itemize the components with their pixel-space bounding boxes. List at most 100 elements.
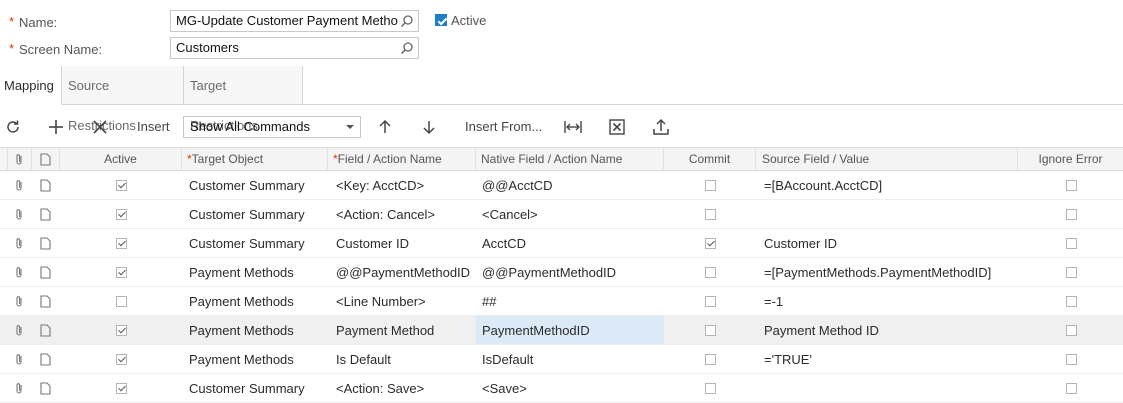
table-row[interactable]: Customer Summary Customer ID AcctCD Custome… — [0, 229, 1123, 258]
target-object-cell[interactable]: Customer Summary — [189, 171, 305, 199]
table-row[interactable]: Payment Methods Payment Method PaymentMeth… — [0, 316, 1123, 345]
native-field-column-header[interactable]: Native Field / Action Name — [476, 148, 664, 170]
table-row[interactable]: Payment Methods Is Default IsDefault ='TRUE… — [0, 345, 1123, 374]
source-field-cell[interactable]: =-1 — [764, 287, 783, 315]
paperclip-icon[interactable] — [14, 237, 24, 250]
paperclip-icon[interactable] — [14, 324, 24, 337]
add-icon[interactable] — [46, 117, 66, 137]
source-field-cell[interactable]: =[BAccount.AcctCD] — [764, 171, 882, 199]
native-field-cell[interactable]: @@AcctCD — [476, 171, 664, 199]
paperclip-icon[interactable] — [14, 208, 24, 221]
target-object-cell[interactable]: Customer Summary — [189, 229, 305, 257]
field-action-cell[interactable]: Payment Method — [336, 316, 434, 344]
native-field-cell[interactable]: AcctCD — [476, 229, 664, 257]
active-checkbox[interactable] — [435, 14, 447, 26]
note-icon[interactable] — [40, 353, 51, 366]
target-object-cell[interactable]: Customer Summary — [189, 200, 305, 228]
tab-target-restrictions[interactable]: Target Restrictions — [184, 66, 303, 133]
native-field-cell[interactable]: PaymentMethodID — [476, 316, 664, 344]
ignore-error-checkbox[interactable] — [1066, 238, 1077, 249]
target-object-cell[interactable]: Payment Methods — [189, 287, 294, 315]
note-icon[interactable] — [40, 179, 51, 192]
native-field-cell[interactable]: <Cancel> — [476, 200, 664, 228]
active-checkbox[interactable] — [116, 267, 127, 278]
table-row[interactable]: Payment Methods <Line Number> ## =-1 — [0, 287, 1123, 316]
arrow-up-icon[interactable] — [375, 117, 395, 137]
target-object-cell[interactable]: Payment Methods — [189, 258, 294, 286]
screen-name-field[interactable]: Customers — [170, 37, 419, 59]
refresh-icon[interactable] — [3, 117, 23, 137]
search-icon[interactable] — [400, 41, 414, 55]
ignore-error-checkbox[interactable] — [1066, 209, 1077, 220]
commit-column-header[interactable]: Commit — [664, 148, 756, 170]
source-field-cell[interactable]: Payment Method ID — [764, 316, 879, 344]
commit-checkbox[interactable] — [705, 354, 716, 365]
target-object-column-header[interactable]: *Target Object — [182, 148, 328, 170]
field-action-cell[interactable]: Is Default — [336, 345, 391, 373]
fit-columns-icon[interactable] — [563, 117, 583, 137]
table-row[interactable]: Customer Summary <Action: Save> <Save> — [0, 374, 1123, 403]
commit-checkbox[interactable] — [705, 238, 716, 249]
note-icon[interactable] — [40, 324, 51, 337]
active-checkbox[interactable] — [116, 354, 127, 365]
insert-button[interactable]: Insert — [137, 116, 170, 138]
command-filter-select[interactable]: Show All Commands — [183, 116, 361, 138]
target-object-cell[interactable]: Payment Methods — [189, 345, 294, 373]
tab-source-restrictions[interactable]: Source Restrictions — [62, 66, 184, 133]
note-icon[interactable] — [40, 208, 51, 221]
insert-from-button[interactable]: Insert From... — [465, 116, 542, 138]
commit-checkbox[interactable] — [705, 267, 716, 278]
paperclip-icon[interactable] — [14, 295, 24, 308]
export-excel-icon[interactable] — [607, 117, 627, 137]
active-column-header[interactable]: Active — [60, 148, 182, 170]
paperclip-icon[interactable] — [14, 382, 24, 395]
ignore-error-checkbox[interactable] — [1066, 180, 1077, 191]
native-field-cell[interactable]: ## — [476, 287, 664, 315]
ignore-error-checkbox[interactable] — [1066, 296, 1077, 307]
commit-checkbox[interactable] — [705, 180, 716, 191]
ignore-error-checkbox[interactable] — [1066, 383, 1077, 394]
native-field-cell[interactable]: IsDefault — [476, 345, 664, 373]
ignore-error-checkbox[interactable] — [1066, 325, 1077, 336]
active-checkbox[interactable] — [116, 325, 127, 336]
note-icon[interactable] — [40, 382, 51, 395]
source-field-cell[interactable]: ='TRUE' — [764, 345, 812, 373]
name-field[interactable]: MG-Update Customer Payment Metho — [170, 10, 419, 32]
field-action-column-header[interactable]: *Field / Action Name — [328, 148, 476, 170]
target-object-cell[interactable]: Payment Methods — [189, 316, 294, 344]
active-checkbox[interactable] — [116, 238, 127, 249]
native-field-cell[interactable]: <Save> — [476, 374, 664, 402]
field-action-cell[interactable]: Customer ID — [336, 229, 409, 257]
table-row[interactable]: Customer Summary <Key: AcctCD> @@AcctCD =[B… — [0, 171, 1123, 200]
source-field-cell[interactable]: =[PaymentMethods.PaymentMethodID] — [764, 258, 991, 286]
commit-checkbox[interactable] — [705, 325, 716, 336]
source-field-column-header[interactable]: Source Field / Value — [756, 148, 1018, 170]
table-row[interactable]: Customer Summary <Action: Cancel> <Cancel> — [0, 200, 1123, 229]
note-icon[interactable] — [40, 237, 51, 250]
commit-checkbox[interactable] — [705, 383, 716, 394]
delete-icon[interactable] — [90, 117, 110, 137]
table-row[interactable]: Payment Methods @@PaymentMethodID @@Paymen… — [0, 258, 1123, 287]
commit-checkbox[interactable] — [705, 296, 716, 307]
field-action-cell[interactable]: @@PaymentMethodID — [336, 258, 470, 286]
active-checkbox[interactable] — [116, 180, 127, 191]
field-action-cell[interactable]: <Line Number> — [336, 287, 426, 315]
ignore-error-checkbox[interactable] — [1066, 354, 1077, 365]
search-icon[interactable] — [400, 14, 414, 28]
field-action-cell[interactable]: <Key: AcctCD> — [336, 171, 424, 199]
note-icon[interactable] — [40, 295, 51, 308]
commit-checkbox[interactable] — [705, 209, 716, 220]
ignore-error-column-header[interactable]: Ignore Error — [1018, 148, 1123, 170]
tab-mapping[interactable]: Mapping — [0, 66, 62, 105]
upload-icon[interactable] — [651, 117, 671, 137]
ignore-error-checkbox[interactable] — [1066, 267, 1077, 278]
active-checkbox[interactable] — [116, 296, 127, 307]
arrow-down-icon[interactable] — [419, 117, 439, 137]
paperclip-icon[interactable] — [14, 353, 24, 366]
source-field-cell[interactable]: Customer ID — [764, 229, 837, 257]
active-checkbox[interactable] — [116, 209, 127, 220]
paperclip-icon[interactable] — [14, 266, 24, 279]
field-action-cell[interactable]: <Action: Cancel> — [336, 200, 435, 228]
note-icon[interactable] — [40, 266, 51, 279]
active-checkbox[interactable] — [116, 383, 127, 394]
